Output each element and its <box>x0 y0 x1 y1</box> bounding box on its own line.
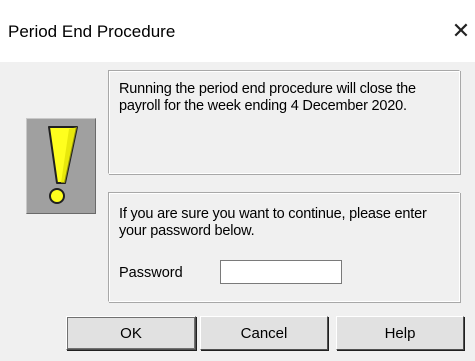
period-end-dialog: Period End Procedure ✕ Running the perio… <box>0 0 475 361</box>
password-input[interactable] <box>220 260 342 284</box>
info-message: Running the period end procedure will cl… <box>119 81 416 114</box>
cancel-button[interactable]: Cancel <box>200 316 328 350</box>
password-panel: If you are sure you want to continue, pl… <box>108 192 460 302</box>
exclamation-icon <box>48 126 78 204</box>
window-title: Period End Procedure <box>8 22 176 41</box>
help-button[interactable]: Help <box>336 316 464 350</box>
password-label: Password <box>119 265 183 281</box>
ok-button[interactable]: OK <box>66 316 196 350</box>
warning-icon-box <box>26 118 96 214</box>
info-panel: Running the period end procedure will cl… <box>108 70 460 174</box>
close-icon: ✕ <box>451 18 471 43</box>
close-button[interactable]: ✕ <box>447 14 475 48</box>
prompt-message: If you are sure you want to continue, pl… <box>119 206 427 239</box>
title-bar: Period End Procedure ✕ <box>0 0 475 62</box>
